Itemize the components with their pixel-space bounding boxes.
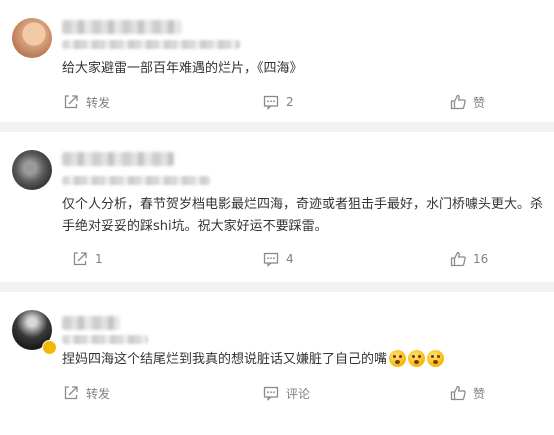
comment-button[interactable]: 2	[263, 90, 294, 114]
comment-text: 仅个人分析，春节贺岁档电影最烂四海，奇迹或者狙击手最好，水门桥噱头更大。杀手绝对…	[62, 197, 544, 234]
comment-card-3: 捏妈四海这个结尾烂到我真的想说脏话又嫌脏了自己的嘴 转发 评论 赞	[0, 292, 554, 435]
repost-count: 1	[95, 252, 103, 266]
like-button[interactable]: 赞	[450, 90, 485, 114]
repost-label: 转发	[86, 95, 111, 110]
timestamp-blurred	[62, 176, 210, 185]
timestamp-blurred	[62, 40, 240, 49]
comment-card-2: 仅个人分析，春节贺岁档电影最烂四海，奇迹或者狙击手最好，水门桥噱头更大。杀手绝对…	[0, 132, 554, 282]
like-count: 16	[473, 252, 489, 266]
repost-icon	[64, 95, 78, 109]
comment-icon	[263, 95, 279, 110]
timestamp-blurred	[62, 335, 148, 344]
action-bar: 转发 评论 赞	[0, 381, 554, 405]
comment-icon	[263, 252, 279, 267]
scream-emoji-icon	[427, 350, 445, 367]
comment-count: 2	[286, 95, 294, 109]
username-blurred	[62, 152, 174, 166]
scream-emoji-icon	[408, 350, 426, 367]
like-icon	[450, 385, 466, 401]
like-label: 赞	[473, 386, 486, 401]
username-blurred	[62, 316, 120, 330]
repost-label: 转发	[86, 386, 111, 401]
repost-button[interactable]: 1	[72, 247, 103, 271]
comment-feed: 给大家避雷一部百年难遇的烂片，《四海》 转发 2 赞 仅个人分析，春节贺岁档电影…	[0, 0, 554, 435]
comment-text: 捏妈四海这个结尾烂到我真的想说脏话又嫌脏了自己的嘴	[62, 352, 388, 367]
repost-icon	[73, 252, 87, 266]
like-label: 赞	[473, 95, 486, 110]
scream-emoji-icon	[389, 350, 407, 367]
comment-button[interactable]: 4	[263, 247, 294, 271]
username-blurred	[62, 20, 182, 34]
comment-text: 给大家避雷一部百年难遇的烂片，《四海》	[62, 61, 303, 76]
action-bar: 1 4 16	[0, 247, 554, 271]
comment-button[interactable]: 评论	[263, 381, 310, 405]
like-button[interactable]: 赞	[450, 381, 485, 405]
separator	[0, 282, 554, 292]
action-bar: 转发 2 赞	[0, 90, 554, 114]
avatar[interactable]	[12, 18, 52, 58]
repost-icon	[64, 386, 78, 400]
like-icon	[450, 94, 466, 110]
like-icon	[450, 251, 466, 267]
avatar[interactable]	[12, 150, 52, 190]
comment-card-1: 给大家避雷一部百年难遇的烂片，《四海》 转发 2 赞	[0, 0, 554, 122]
like-button[interactable]: 16	[450, 247, 488, 271]
comment-text-row: 捏妈四海这个结尾烂到我真的想说脏话又嫌脏了自己的嘴	[62, 349, 542, 371]
repost-button[interactable]: 转发	[63, 90, 110, 114]
comment-count: 4	[286, 252, 294, 266]
separator	[0, 122, 554, 132]
repost-button[interactable]: 转发	[63, 381, 110, 405]
comment-label: 评论	[286, 386, 311, 401]
comment-icon	[263, 386, 279, 401]
verified-badge	[42, 340, 57, 355]
